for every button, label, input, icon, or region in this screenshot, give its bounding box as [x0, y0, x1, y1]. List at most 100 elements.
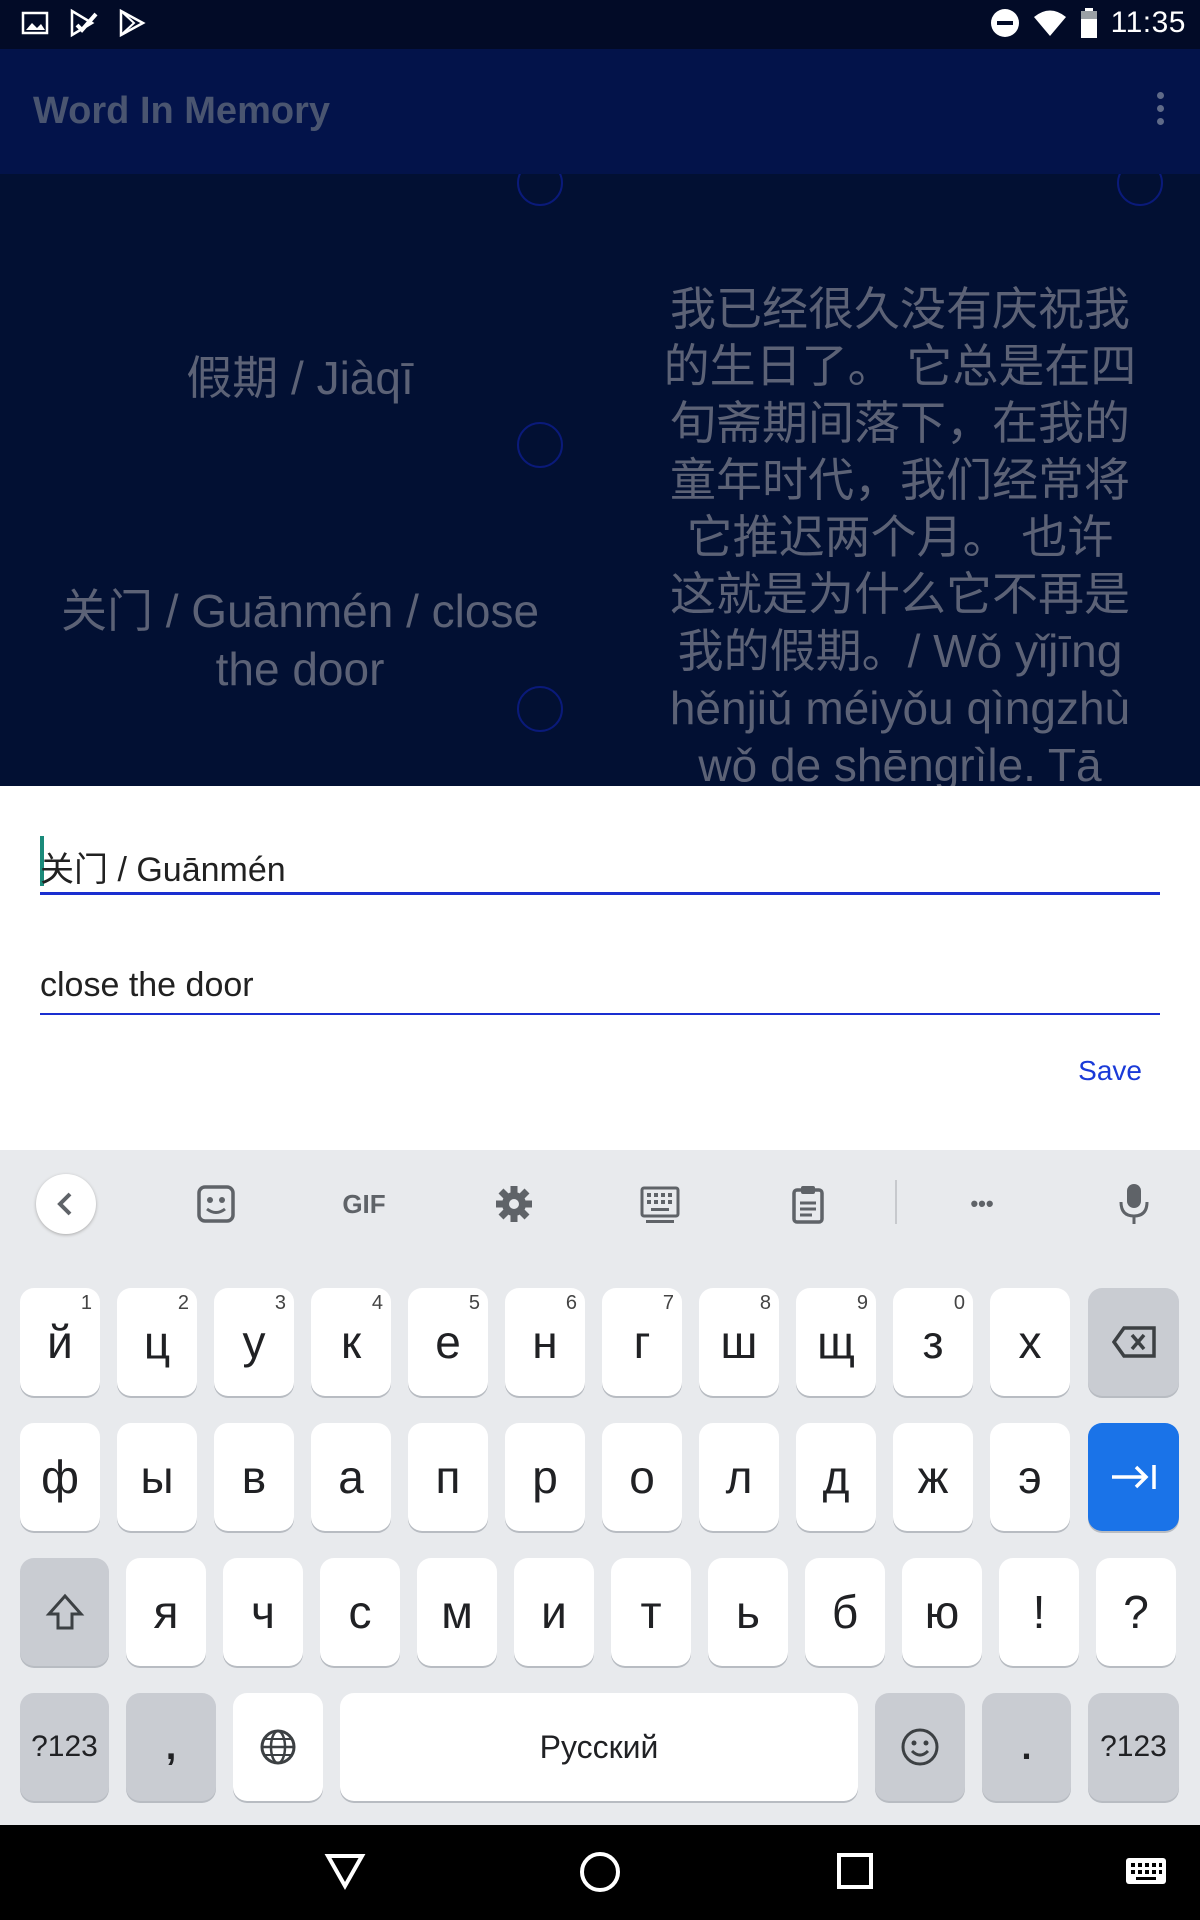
space-key[interactable]: Русский [340, 1693, 858, 1801]
key[interactable]: е5 [408, 1288, 488, 1396]
key[interactable]: п [408, 1423, 488, 1531]
key[interactable]: ч [223, 1558, 303, 1666]
key-label: е [435, 1316, 461, 1368]
key[interactable]: а [311, 1423, 391, 1531]
sentence-line: 童年时代，我们经常将 [670, 454, 1130, 506]
sentence-line: 我已经很久没有庆祝我 [670, 283, 1130, 335]
keyboard-switch-button[interactable] [1124, 1852, 1168, 1892]
key[interactable]: с [320, 1558, 400, 1666]
globe-icon [260, 1729, 296, 1765]
more-vert-icon[interactable] [1148, 92, 1172, 132]
save-button[interactable]: Save [1078, 1055, 1142, 1087]
key-label: э [1018, 1451, 1042, 1503]
key[interactable]: т [611, 1558, 691, 1666]
key-label: ! [1032, 1586, 1046, 1638]
key-label: щ [817, 1316, 855, 1368]
key[interactable]: и [514, 1558, 594, 1666]
key-label: ф [41, 1451, 79, 1503]
back-button[interactable] [320, 1846, 370, 1896]
key[interactable]: н6 [505, 1288, 585, 1396]
key[interactable]: р [505, 1423, 585, 1531]
word-card-holiday[interactable]: 假期 / Jiàqī [0, 342, 600, 408]
key[interactable]: в [214, 1423, 294, 1531]
next-field-key[interactable] [1088, 1423, 1179, 1531]
symbols-key-left[interactable]: ?123 [20, 1693, 109, 1801]
sticker-icon [197, 1185, 235, 1223]
key-label: р [532, 1451, 558, 1503]
key[interactable]: з0 [893, 1288, 973, 1396]
language-key[interactable] [233, 1693, 323, 1801]
sticker-button[interactable] [186, 1174, 246, 1234]
key[interactable]: г7 [602, 1288, 682, 1396]
translation-field[interactable]: close the door [40, 966, 254, 1005]
keyboard-icon [640, 1186, 680, 1223]
home-button[interactable] [574, 1846, 626, 1898]
key[interactable]: э [990, 1423, 1070, 1531]
key-label: я [153, 1586, 179, 1638]
recents-button[interactable] [830, 1846, 880, 1896]
key[interactable]: к4 [311, 1288, 391, 1396]
card-radio-2[interactable] [1117, 174, 1163, 206]
sentence-card[interactable]: 我已经很久没有庆祝我 的生日了。 它总是在四 旬斋期间落下，在我的 童年时代，我们经常… [600, 281, 1200, 786]
emoji-key[interactable] [875, 1693, 965, 1801]
key[interactable]: ? [1096, 1558, 1176, 1666]
shift-key[interactable] [20, 1558, 109, 1666]
card-radio-3[interactable] [517, 422, 563, 468]
key[interactable]: ю [902, 1558, 982, 1666]
key-hint: 7 [662, 1292, 674, 1314]
period-key[interactable]: . [982, 1693, 1071, 1801]
comma-key[interactable]: , [126, 1693, 216, 1801]
gif-button[interactable]: GIF [334, 1178, 394, 1230]
word-field-underline [40, 892, 1160, 895]
key[interactable]: о [602, 1423, 682, 1531]
key[interactable]: у3 [214, 1288, 294, 1396]
key-hint: 8 [759, 1292, 771, 1314]
key[interactable]: б [805, 1558, 885, 1666]
clipboard-button[interactable] [778, 1174, 838, 1234]
gear-icon [496, 1186, 532, 1222]
key[interactable]: ! [999, 1558, 1079, 1666]
key[interactable]: й1 [20, 1288, 100, 1396]
sentence-line: 它推迟两个月。 也许 [686, 511, 1114, 563]
key-label: г [633, 1316, 651, 1368]
tab-arrow-icon [1111, 1465, 1156, 1489]
key[interactable]: л [699, 1423, 779, 1531]
word-card-line: 关门 / Guānmén / close [60, 585, 540, 637]
key[interactable]: х [990, 1288, 1070, 1396]
key-label: ь [736, 1586, 760, 1638]
key-hint: 5 [468, 1292, 480, 1314]
card-radio-1[interactable] [517, 174, 563, 206]
sentence-line: 的生日了。 它总是在四 [663, 340, 1137, 392]
more-options-button[interactable]: ••• [952, 1178, 1012, 1230]
key[interactable]: ь [708, 1558, 788, 1666]
key[interactable]: я [126, 1558, 206, 1666]
battery-icon [1080, 8, 1097, 38]
key[interactable]: д [796, 1423, 876, 1531]
key[interactable]: м [417, 1558, 497, 1666]
key[interactable]: ж [893, 1423, 973, 1531]
card-radio-4[interactable] [517, 686, 563, 732]
sentence-line: 我的假期。/ Wǒ yǐjīng [677, 625, 1123, 677]
backspace-icon [1111, 1326, 1156, 1358]
key[interactable]: ы [117, 1423, 197, 1531]
symbols-key-right[interactable]: ?123 [1088, 1693, 1179, 1801]
play-check-icon [70, 8, 98, 38]
key[interactable]: щ9 [796, 1288, 876, 1396]
key-label: ч [251, 1586, 275, 1638]
key-label: у [242, 1316, 266, 1368]
translation-field-underline [40, 1013, 1160, 1015]
word-card-line: the door [215, 643, 385, 695]
key[interactable]: ш8 [699, 1288, 779, 1396]
one-hand-mode-button[interactable] [630, 1174, 690, 1234]
key[interactable]: ф [20, 1423, 100, 1531]
backspace-key[interactable] [1088, 1288, 1179, 1396]
voice-input-button[interactable] [1104, 1174, 1164, 1234]
word-card-close-door[interactable]: 关门 / Guānmén / close the door [0, 582, 600, 698]
key-hint: 1 [80, 1292, 92, 1314]
key-label: ю [924, 1586, 960, 1638]
collapse-toolbar-button[interactable] [36, 1174, 96, 1234]
key[interactable]: ц2 [117, 1288, 197, 1396]
settings-button[interactable] [484, 1174, 544, 1234]
word-field[interactable]: 关门 / Guānmén [40, 842, 286, 891]
key-label: ? [1123, 1586, 1149, 1638]
